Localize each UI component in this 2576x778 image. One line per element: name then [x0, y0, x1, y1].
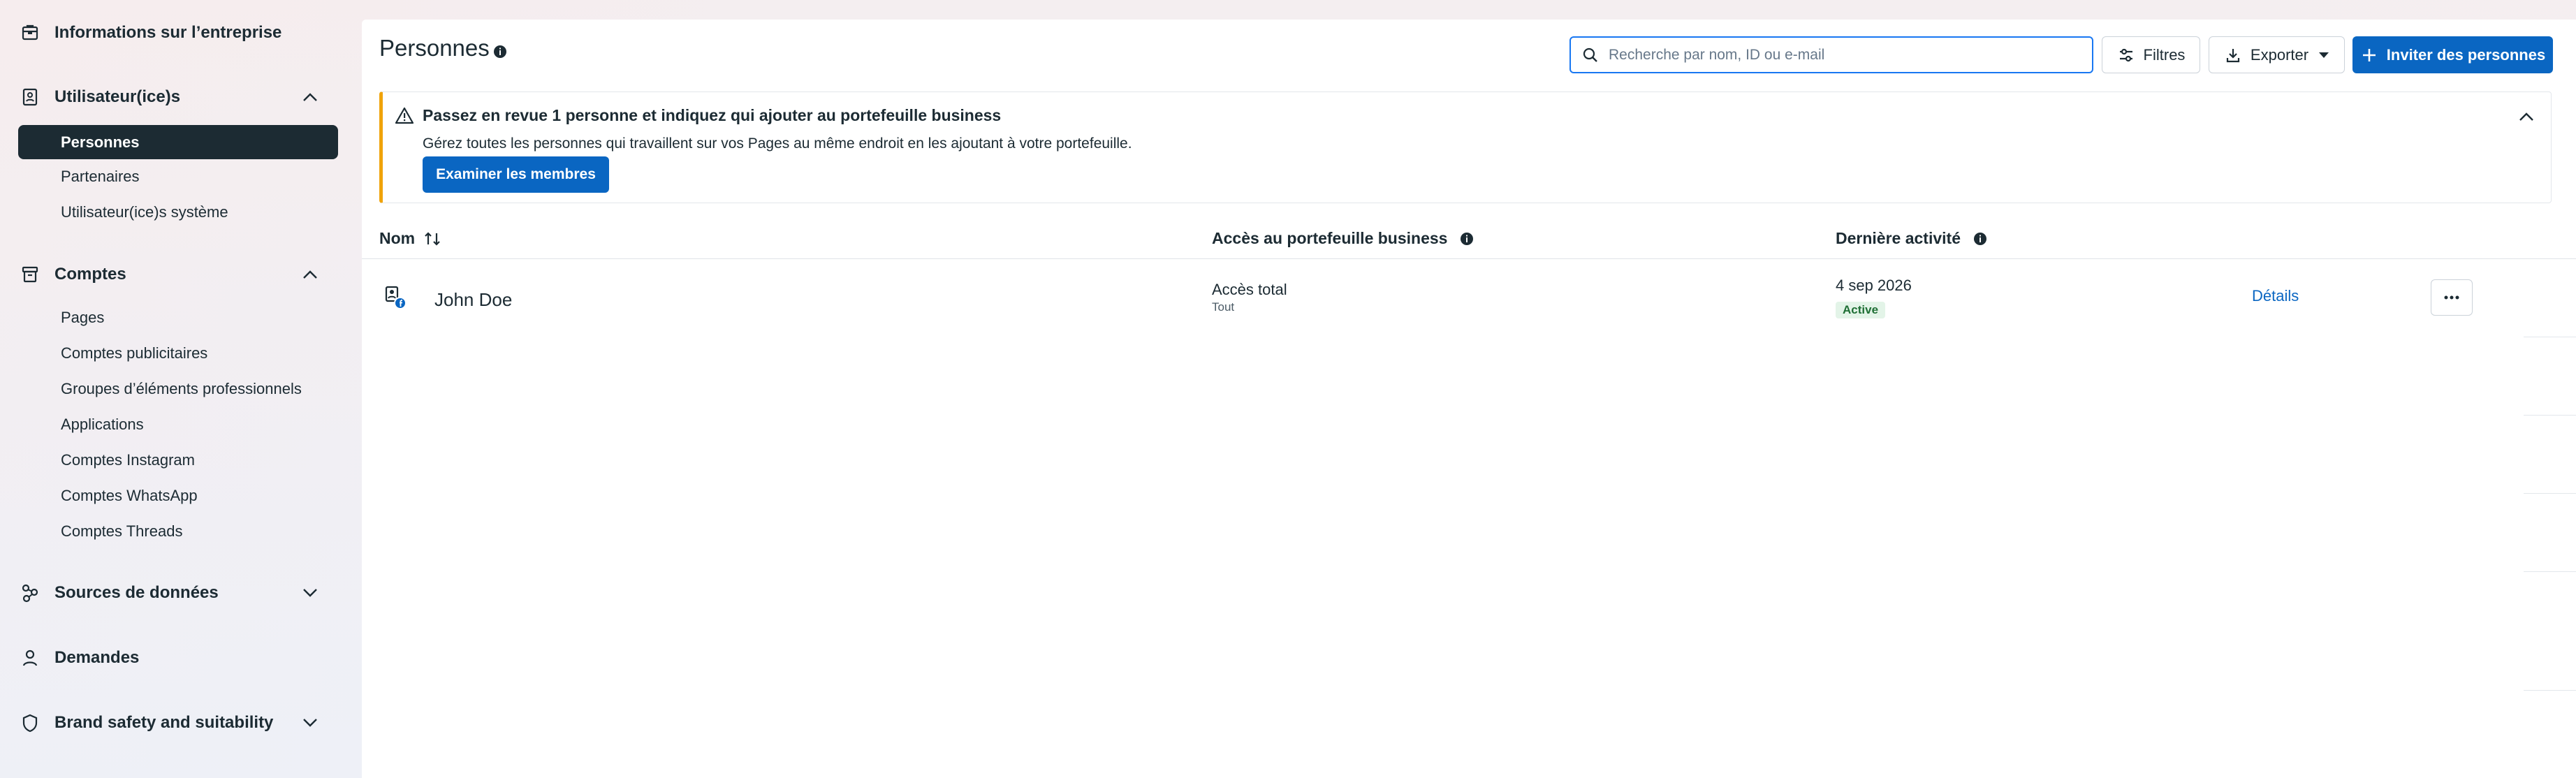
shield-icon	[18, 711, 42, 735]
download-icon	[2224, 46, 2242, 64]
filters-button[interactable]: Filtres	[2102, 36, 2200, 73]
column-header-last-activity: Dernière activité	[1836, 229, 1987, 248]
column-header-label: Dernière activité	[1836, 229, 1961, 247]
column-header-name[interactable]: Nom	[379, 229, 441, 248]
info-icon[interactable]	[1973, 232, 1987, 246]
sidebar-item-pages[interactable]: Pages	[61, 309, 104, 327]
chevron-down-icon[interactable]	[300, 582, 321, 603]
sidebar-item-label: Personnes	[61, 133, 140, 151]
archive-box-icon	[18, 263, 42, 286]
person-icon	[18, 646, 42, 670]
search-input[interactable]	[1607, 45, 2071, 64]
access-scope: Tout	[1212, 300, 1235, 314]
info-icon[interactable]	[493, 45, 507, 59]
warning-icon	[395, 107, 414, 124]
column-header-label: Accès au portefeuille business	[1212, 229, 1448, 247]
access-level: Accès total	[1212, 281, 1287, 298]
sort-icon[interactable]	[423, 231, 441, 247]
briefcase-icon	[18, 21, 42, 45]
sidebar: Informations sur l’entreprise Utilisateu…	[0, 0, 361, 778]
sidebar-item-label: Informations sur l’entreprise	[54, 23, 282, 42]
banner-title: Passez en revue 1 personne et indiquez q…	[423, 106, 1002, 124]
chevron-up-icon[interactable]	[300, 87, 321, 108]
sidebar-section-accounts[interactable]: Comptes	[18, 263, 346, 286]
chevron-up-icon[interactable]	[2516, 106, 2537, 127]
sidebar-item-applications[interactable]: Applications	[61, 416, 144, 434]
sidebar-item-business-info[interactable]: Informations sur l’entreprise	[18, 21, 281, 45]
status-badge: Active	[1836, 302, 1886, 318]
more-options-button[interactable]	[2431, 279, 2473, 316]
divider	[2524, 415, 2576, 416]
user-page-icon	[385, 286, 407, 309]
sidebar-item-instagram-accounts[interactable]: Comptes Instagram	[61, 451, 195, 469]
sidebar-item-whatsapp-accounts[interactable]: Comptes WhatsApp	[61, 487, 198, 505]
sidebar-item-threads-accounts[interactable]: Comptes Threads	[61, 522, 182, 541]
sidebar-item-system-users[interactable]: Utilisateur(ice)s système	[61, 203, 228, 221]
plus-icon	[2360, 46, 2378, 64]
divider	[2524, 493, 2576, 494]
info-icon[interactable]	[1460, 232, 1474, 246]
sidebar-section-users[interactable]: Utilisateur(ice)s	[18, 85, 346, 109]
details-link[interactable]: Détails	[2252, 287, 2299, 305]
export-label: Exporter	[2250, 45, 2309, 64]
person-name: John Doe	[434, 289, 513, 310]
filters-label: Filtres	[2143, 45, 2186, 64]
id-badge-icon	[18, 85, 42, 109]
banner-description: Gérez toutes les personnes qui travaille…	[423, 135, 1132, 152]
sidebar-item-ad-accounts[interactable]: Comptes publicitaires	[61, 344, 207, 362]
chevron-down-icon[interactable]	[300, 712, 321, 733]
sidebar-item-requests[interactable]: Demandes	[18, 646, 139, 670]
sidebar-section-label: Brand safety and suitability	[54, 713, 274, 732]
ellipsis-icon	[2444, 295, 2459, 300]
sidebar-item-personnes[interactable]: Personnes	[18, 125, 338, 159]
invite-label: Inviter des personnes	[2386, 45, 2546, 64]
invite-people-button[interactable]: Inviter des personnes	[2352, 36, 2553, 73]
review-banner: Passez en revue 1 personne et indiquez q…	[379, 91, 2552, 203]
sidebar-section-label: Utilisateur(ice)s	[54, 87, 181, 106]
search-field[interactable]	[1569, 36, 2093, 73]
chevron-up-icon[interactable]	[300, 264, 321, 285]
column-header-access: Accès au portefeuille business	[1212, 229, 1474, 248]
sliders-icon	[2117, 46, 2135, 64]
sidebar-section-label: Sources de données	[54, 583, 219, 602]
sidebar-section-label: Comptes	[54, 265, 126, 284]
data-sources-icon	[18, 581, 42, 605]
column-header-label: Nom	[379, 229, 416, 247]
caret-down-icon	[2318, 52, 2329, 59]
sidebar-item-business-asset-groups[interactable]: Groupes d’éléments professionnels	[61, 380, 302, 398]
search-icon	[1581, 45, 1600, 65]
main-panel: Personnes Filtres Exporter Inviter des p…	[362, 20, 2576, 778]
export-button[interactable]: Exporter	[2209, 36, 2345, 73]
sidebar-section-brand-safety[interactable]: Brand safety and suitability	[18, 711, 346, 735]
last-activity-date: 4 sep 2026	[1836, 277, 1912, 294]
divider	[2524, 690, 2576, 691]
sidebar-item-label: Demandes	[54, 648, 140, 667]
divider	[2524, 571, 2576, 572]
review-members-button[interactable]: Examiner les membres	[423, 156, 609, 193]
page-title: Personnes	[379, 35, 490, 61]
sidebar-item-partenaires[interactable]: Partenaires	[61, 168, 140, 186]
sidebar-section-data-sources[interactable]: Sources de données	[18, 581, 346, 605]
divider	[362, 258, 2576, 259]
